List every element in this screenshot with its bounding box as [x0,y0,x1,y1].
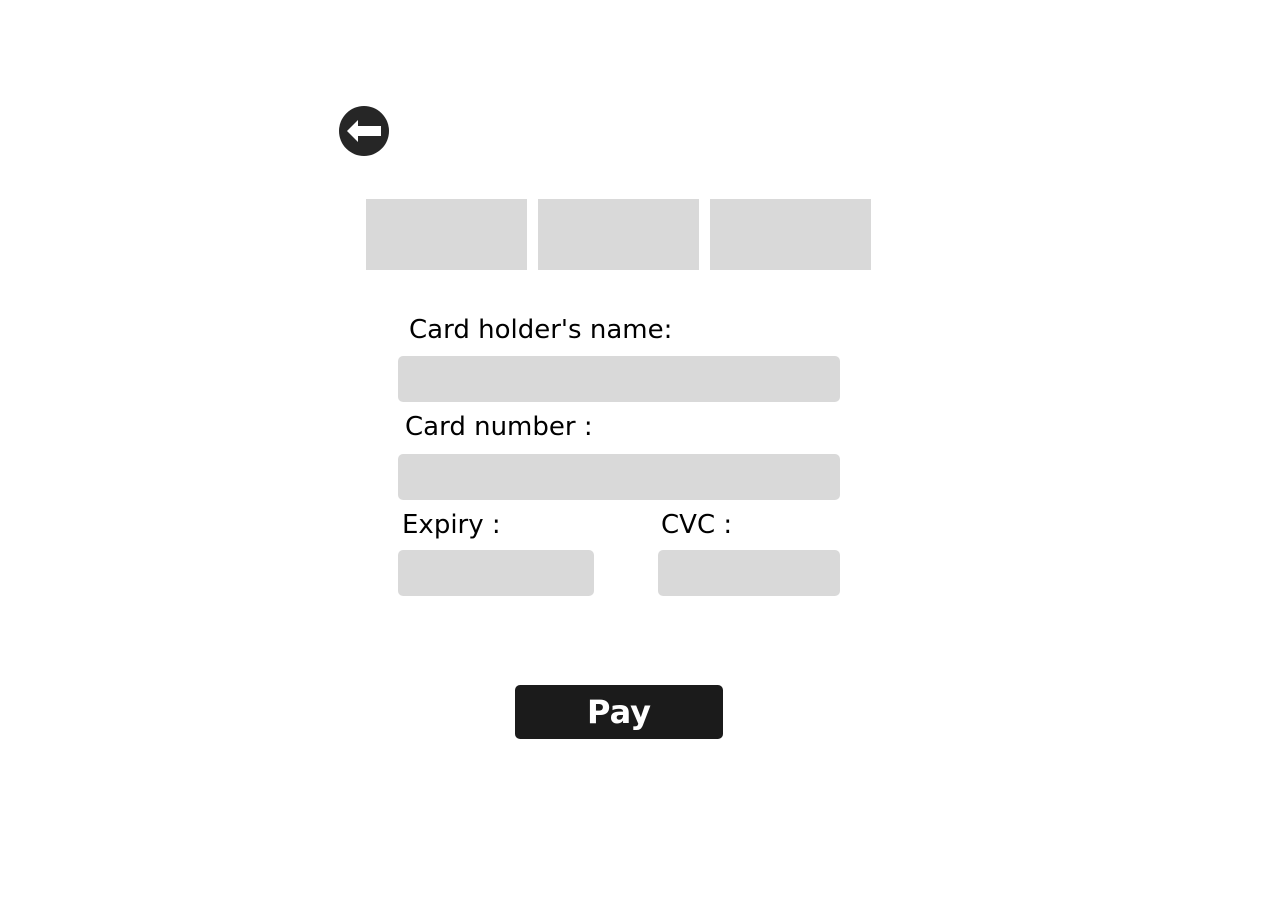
back-button[interactable] [339,106,389,156]
card-holder-name-label: Card holder's name: [409,315,673,345]
payment-method-option-1[interactable] [366,199,527,270]
cvc-field[interactable] [658,550,840,596]
payment-page: Card holder's name: Card number : Expiry… [0,0,1280,910]
card-number-field[interactable] [398,454,840,500]
cvc-label: CVC : [661,510,733,540]
pay-button[interactable]: Pay [515,685,723,739]
arrow-left-icon [347,120,381,142]
payment-method-option-3[interactable] [710,199,871,270]
payment-method-option-2[interactable] [538,199,699,270]
expiry-label: Expiry : [402,510,501,540]
card-number-label: Card number : [405,412,593,442]
card-holder-name-field[interactable] [398,356,840,402]
expiry-field[interactable] [398,550,594,596]
